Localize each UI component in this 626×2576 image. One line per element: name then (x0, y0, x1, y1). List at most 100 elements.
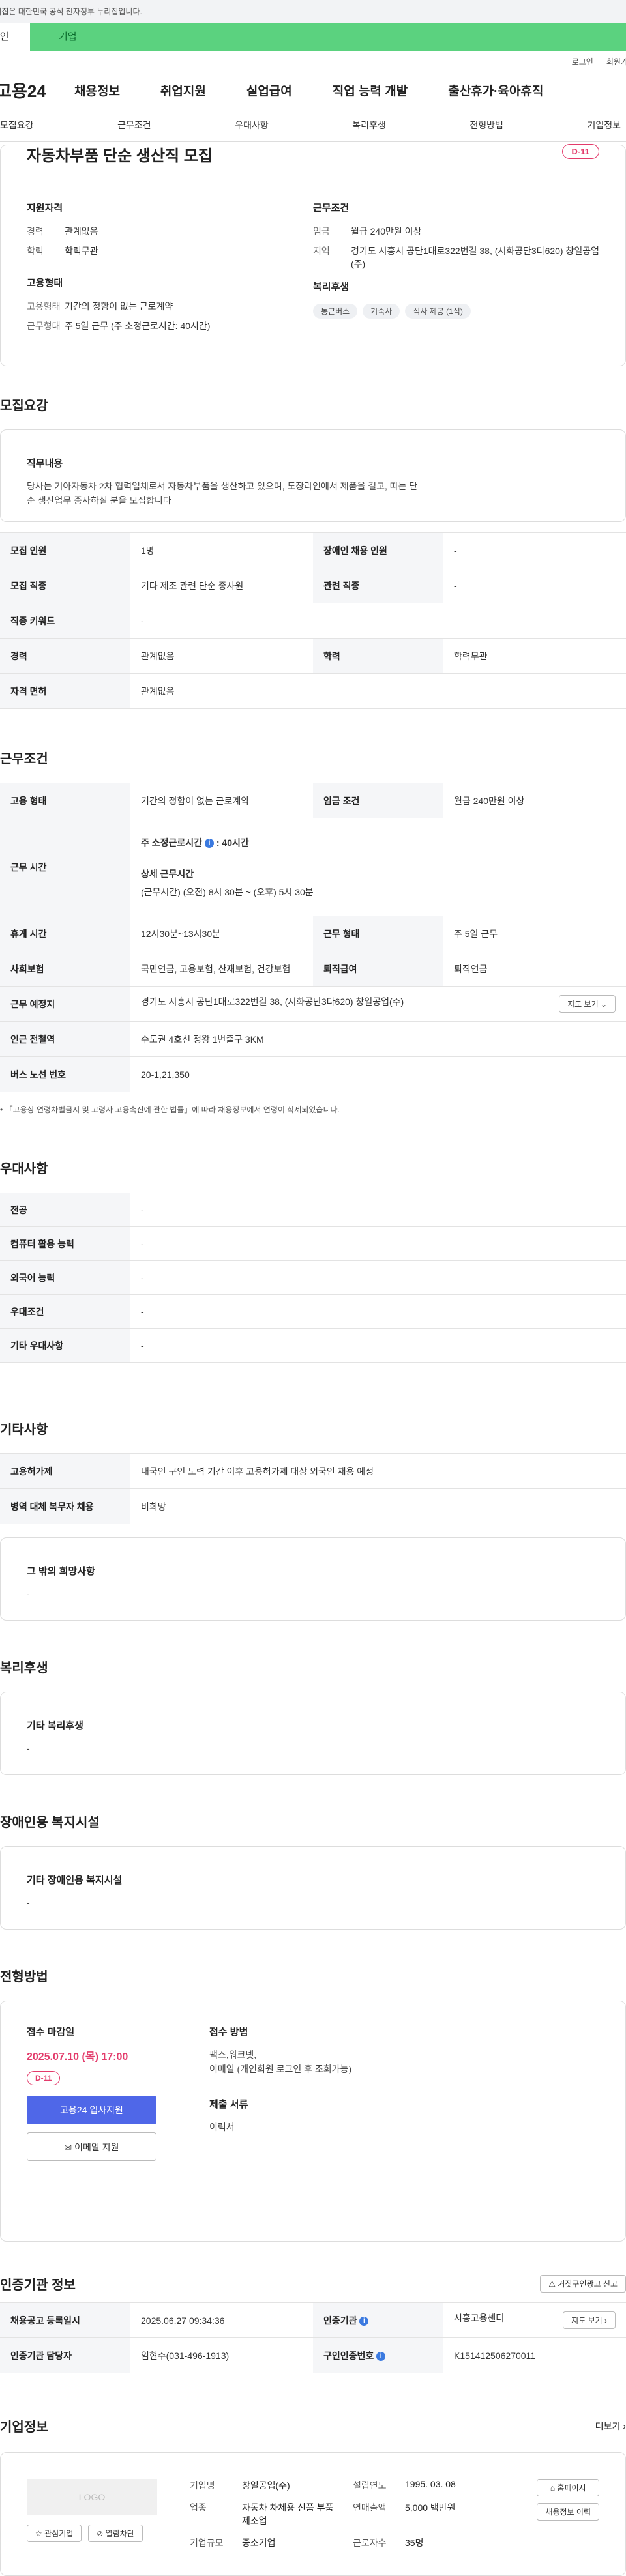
td: 주 소정근로시간 i : 40시간 상세 근무시간 (근무시간) (오전) 8시… (130, 818, 626, 916)
map-button[interactable]: 지도 보기 ⌄ (559, 995, 616, 1013)
value: 35명 (405, 2538, 424, 2548)
value: 1995. 03. 08 (405, 2479, 456, 2489)
label: 고용형태 (27, 301, 61, 311)
tab-selection[interactable]: 전형방법 (470, 119, 503, 132)
td: 내국인 구인 노력 기간 이후 고용허가제 대상 외국인 채용 예정 (130, 1453, 626, 1489)
history-button[interactable]: 채용정보 이력 (537, 2503, 599, 2521)
th: 병역 대체 복무자 채용 (0, 1488, 130, 1524)
td: - (130, 1294, 626, 1329)
tab-recruit[interactable]: 모집요강 (0, 119, 34, 132)
value: 자동차 차체용 신품 부품 제조업 (242, 2502, 334, 2526)
welfare-etc-heading: 기타 복리후생 (27, 1720, 83, 1731)
tab-company[interactable]: 기업정보 (587, 119, 621, 132)
label: 학력 (27, 246, 44, 256)
job-desc-heading: 직무내용 (27, 458, 63, 469)
emp-heading: 고용형태 (27, 278, 63, 289)
star-icon: ☆ (35, 2529, 42, 2538)
more-link[interactable]: 더보기 › (595, 2420, 626, 2433)
info-icon[interactable]: i (376, 2351, 386, 2361)
login-link[interactable]: 로그인 (572, 56, 593, 67)
gnb-item[interactable]: 채용정보 (74, 81, 120, 99)
welfare-chip: 식사 제공 (1식) (405, 304, 471, 319)
table-row: 모집 직종 기타 제조 관련 단순 종사원 관련 직종 - (0, 568, 626, 603)
dday-badge: D-11 (27, 2071, 61, 2085)
favorite-button[interactable]: ☆ 관심기업 (27, 2525, 82, 2542)
table-row: 컴퓨터 활용 능력 - (0, 1226, 626, 1261)
th: 외국어 능력 (0, 1260, 130, 1295)
join-link[interactable]: 회원가입 (606, 56, 626, 67)
th: 고용 형태 (0, 783, 130, 818)
td: - (130, 1260, 626, 1295)
th: 학력 (313, 638, 443, 674)
table-row: 휴게 시간 12시30분~13시30분 근무 형태 주 5일 근무 (0, 916, 626, 951)
summary-card: 자동차부품 단순 생산직 모집 D-11 지원자격 경력 관계없음 학력 학력무관 … (0, 144, 626, 366)
section-title-pref: 우대사항 (0, 1162, 48, 1176)
td: 수도권 4호선 정왕 1번출구 3KM (130, 1021, 626, 1057)
table-row: 고용 형태 기간의 정함이 없는 근로계약 임금 조건 월급 240만원 이상 (0, 783, 626, 818)
email-apply-button[interactable]: ✉ 이메일 지원 (27, 2132, 156, 2161)
tab-work[interactable]: 근무조건 (117, 119, 151, 132)
tab-business[interactable]: 기업 (30, 23, 626, 51)
td: 비희망 (130, 1488, 626, 1524)
label: 임금 (313, 226, 330, 237)
table-row: 우대조건 - (0, 1294, 626, 1329)
label: 근로자수 (353, 2538, 387, 2548)
map-button[interactable]: 지도 보기 › (563, 2311, 616, 2329)
value: 기간의 정함이 없는 근로계약 (65, 301, 173, 311)
table-row: 버스 노선 번호 20-1,21,350 (0, 1056, 626, 1092)
place-value: 경기도 시흥시 공단1대로322번길 38, (시화공단3다620) 창일공업(… (141, 996, 404, 1007)
apply-button[interactable]: 고용24 입사지원 (27, 2096, 156, 2124)
other-table: 고용허가제 내국인 구인 노력 기간 이후 고용허가제 대상 외국인 채용 예정 … (0, 1453, 626, 1524)
cond-heading: 근무조건 (313, 203, 350, 214)
th: 모집 인원 (0, 532, 130, 568)
th: 컴퓨터 활용 능력 (0, 1226, 130, 1261)
th: 인증기관 담당자 (0, 2337, 130, 2373)
table-row: 모집 인원 1명 장애인 채용 인원 - (0, 532, 626, 568)
gnb-item[interactable]: 취업지원 (160, 81, 206, 99)
company-card: LOGO ☆ 관심기업 ⊘ 열람차단 기업명 창일공업(주) 설립연도 1995. … (0, 2452, 626, 2576)
tab-pref[interactable]: 우대사항 (235, 119, 269, 132)
block-button[interactable]: ⊘ 열람차단 (88, 2525, 143, 2542)
table-row: 인근 전철역 수도권 4호선 정왕 1번출구 3KM (0, 1021, 626, 1057)
brand-logo[interactable]: 고용24 (0, 78, 74, 102)
table-row: 사회보험 국민연금, 고용보험, 산재보험, 건강보험 퇴직급여 퇴직연금 (0, 951, 626, 987)
disabled-etc-value: - (27, 1898, 30, 1908)
td: 퇴직연금 (443, 951, 626, 987)
section-title-disabled: 장애인용 복지시설 (0, 1816, 100, 1830)
gnb-item[interactable]: 실업급여 (246, 81, 292, 99)
section-title-other: 기타사항 (0, 1423, 48, 1437)
value: 중소기업 (242, 2538, 276, 2548)
job-title: 자동차부품 단순 생산직 모집 (27, 147, 213, 165)
gnb-item[interactable]: 직업 능력 개발 (333, 81, 408, 99)
th: 채용공고 등록일시 (0, 2302, 130, 2338)
th: 구인인증번호 i (313, 2337, 443, 2373)
info-icon[interactable]: i (204, 838, 214, 848)
mode-switch: 개인 기업 (0, 23, 626, 51)
label: 설립연도 (353, 2480, 387, 2491)
section-title-company: 기업정보 (0, 2420, 48, 2435)
value: 5,000 백만원 (405, 2502, 456, 2513)
label: 기업규모 (190, 2538, 224, 2548)
table-row: 기타 우대사항 - (0, 1328, 626, 1363)
td: 12시30분~13시30분 (130, 916, 313, 951)
info-icon[interactable]: i (359, 2316, 369, 2326)
req-heading: 지원자격 (27, 203, 63, 214)
tab-welfare[interactable]: 복리후생 (352, 119, 386, 132)
td: 주 5일 근무 (443, 916, 626, 951)
td: 학력무관 (443, 638, 626, 674)
td: - (130, 603, 626, 639)
th: 장애인 채용 인원 (313, 532, 443, 568)
cert-table: 채용공고 등록일시 2025.06.27 09:34:36 인증기관 i 시흥고용센터… (0, 2302, 626, 2373)
homepage-button[interactable]: ⌂ 홈페이지 (537, 2479, 599, 2496)
gnb-item[interactable]: 출산휴가·육아휴직 (448, 81, 543, 99)
value: 학력무관 (65, 246, 98, 256)
table-row: 병역 대체 복무자 채용 비희망 (0, 1488, 626, 1524)
report-button[interactable]: ⚠ 거짓구인광고 신고 (540, 2275, 626, 2293)
welfare-chip: 기숙사 (363, 304, 400, 319)
th: 임금 조건 (313, 783, 443, 818)
tab-individual[interactable]: 개인 (0, 23, 30, 51)
th: 직종 키워드 (0, 603, 130, 639)
label: 경력 (27, 226, 44, 237)
gov-notice: 이 누리집은 대한민국 공식 전자정부 누리집입니다. (0, 0, 626, 23)
td: 2025.06.27 09:34:36 (130, 2302, 313, 2338)
